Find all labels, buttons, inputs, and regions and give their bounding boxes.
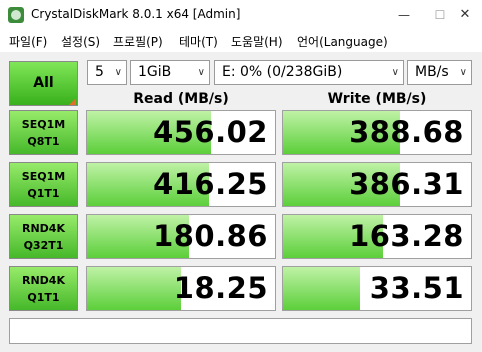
chevron-down-icon: ∨	[459, 67, 467, 78]
window-title: CrystalDiskMark 8.0.1 x64 [Admin]	[31, 7, 241, 21]
app-icon	[8, 7, 24, 23]
write-value: 33.51	[369, 271, 464, 305]
minimize-button[interactable]: —	[386, 0, 422, 30]
read-value: 18.25	[173, 271, 268, 305]
read-column-header: Read (MB/s)	[133, 91, 229, 107]
write-result-rnd4k-q32t1: 163.28	[282, 214, 472, 259]
read-value: 456.02	[153, 115, 268, 149]
write-value: 388.68	[349, 115, 464, 149]
read-value: 416.25	[153, 167, 268, 201]
chevron-down-icon: ∨	[391, 67, 399, 78]
test-count-select[interactable]: 5 ∨	[87, 60, 127, 85]
chevron-down-icon: ∨	[197, 67, 205, 78]
test-size-select[interactable]: 1GiB ∨	[130, 60, 210, 85]
test-count-value: 5	[95, 64, 104, 80]
write-bar	[283, 267, 361, 310]
test-button-line1: RND4K	[22, 273, 65, 287]
all-corner-marker	[69, 98, 76, 105]
test-button-line2: Q8T1	[27, 134, 60, 148]
write-value: 386.31	[349, 167, 464, 201]
test-button-seq1m-q1t1[interactable]: SEQ1M Q1T1	[9, 162, 78, 207]
write-column-header: Write (MB/s)	[327, 91, 427, 107]
test-button-line1: SEQ1M	[21, 117, 66, 131]
menu-language[interactable]: 언어(Language)	[297, 33, 388, 50]
menu-file[interactable]: 파일(F)	[9, 33, 47, 50]
test-button-line2: Q1T1	[27, 186, 60, 200]
write-value: 163.28	[349, 219, 464, 253]
test-button-seq1m-q8t1[interactable]: SEQ1M Q8T1	[9, 110, 78, 155]
menu-settings[interactable]: 설정(S)	[61, 33, 100, 50]
menu-help[interactable]: 도움말(H)	[231, 33, 283, 50]
unit-value: MB/s	[415, 64, 449, 80]
drive-select[interactable]: E: 0% (0/238GiB) ∨	[214, 60, 404, 85]
test-button-line2: Q1T1	[27, 290, 60, 304]
comment-field[interactable]	[9, 318, 472, 344]
unit-select[interactable]: MB/s ∨	[407, 60, 472, 85]
close-button[interactable]: ✕	[448, 0, 482, 30]
chevron-down-icon: ∨	[114, 67, 122, 78]
test-button-rnd4k-q1t1[interactable]: RND4K Q1T1	[9, 266, 78, 311]
read-bar	[87, 267, 181, 310]
title-bar: CrystalDiskMark 8.0.1 x64 [Admin] — ☐ ✕	[0, 0, 482, 30]
write-result-seq1m-q8t1: 388.68	[282, 110, 472, 155]
read-result-seq1m-q1t1: 416.25	[86, 162, 276, 207]
menu-profile[interactable]: 프로필(P)	[113, 33, 163, 50]
read-result-seq1m-q8t1: 456.02	[86, 110, 276, 155]
read-result-rnd4k-q32t1: 180.86	[86, 214, 276, 259]
read-result-rnd4k-q1t1: 18.25	[86, 266, 276, 311]
menu-theme[interactable]: 테마(T)	[179, 33, 218, 50]
test-button-line2: Q32T1	[23, 238, 64, 252]
drive-value: E: 0% (0/238GiB)	[222, 64, 343, 80]
all-button[interactable]: All	[9, 61, 78, 106]
test-size-value: 1GiB	[138, 64, 172, 80]
menu-bar: 파일(F) 설정(S) 프로필(P) 테마(T) 도움말(H) 언어(Langu…	[0, 30, 482, 52]
test-button-rnd4k-q32t1[interactable]: RND4K Q32T1	[9, 214, 78, 259]
test-button-line1: RND4K	[22, 221, 65, 235]
test-button-line1: SEQ1M	[21, 169, 66, 183]
read-value: 180.86	[153, 219, 268, 253]
write-result-seq1m-q1t1: 386.31	[282, 162, 472, 207]
write-result-rnd4k-q1t1: 33.51	[282, 266, 472, 311]
